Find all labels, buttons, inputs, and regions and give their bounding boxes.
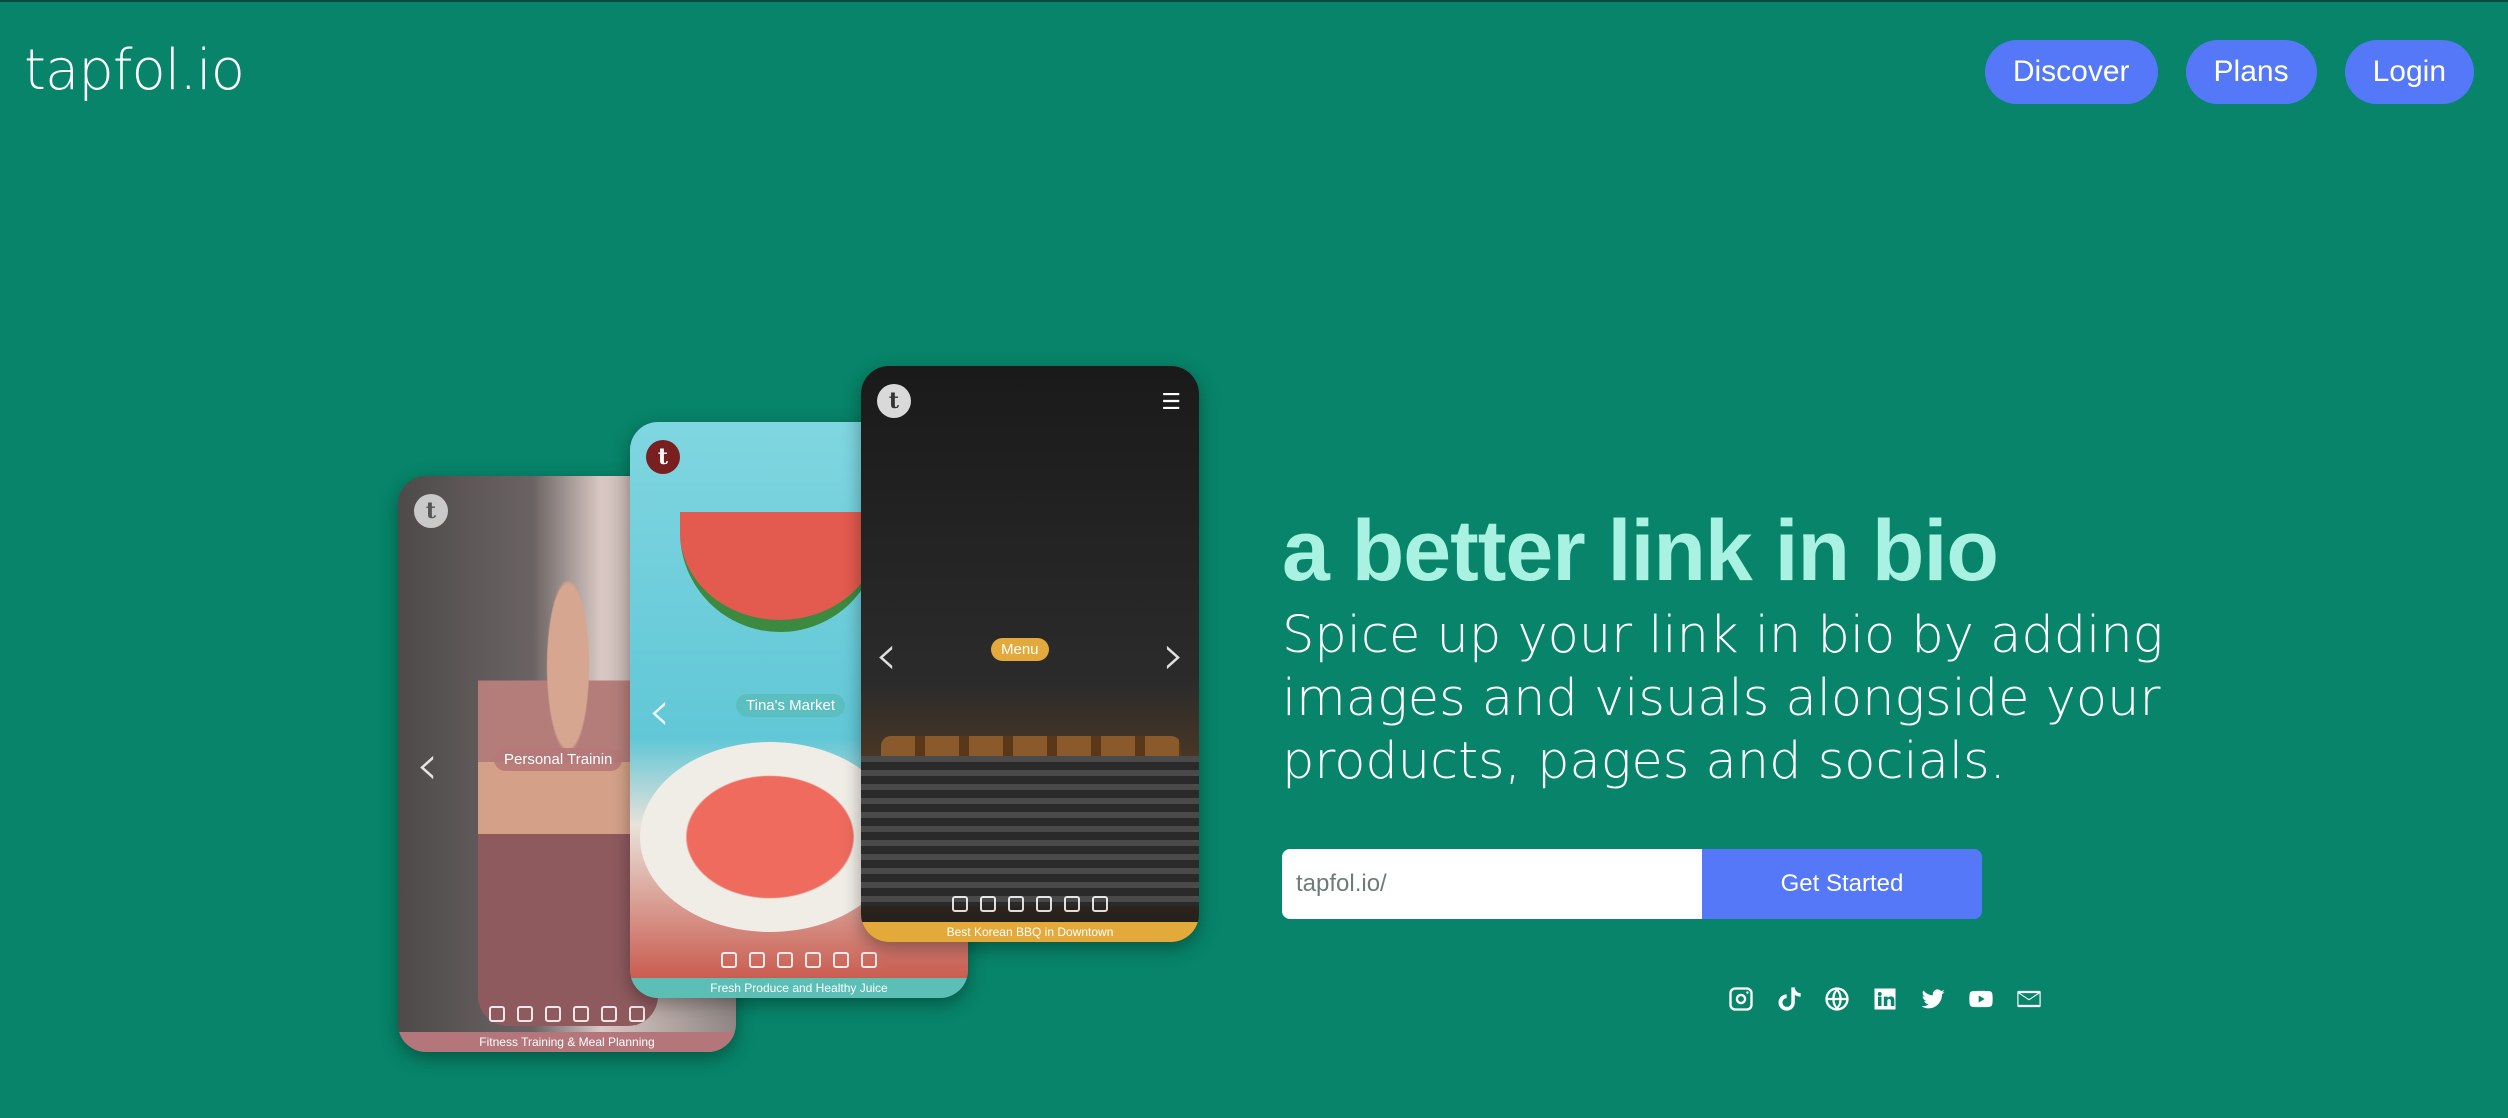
tiktok-icon[interactable] bbox=[1774, 984, 1804, 1014]
watermelon-photo bbox=[680, 512, 880, 632]
link-pill: Menu bbox=[991, 638, 1049, 661]
link-pill: Tina's Market bbox=[736, 694, 845, 717]
grill-photo bbox=[861, 756, 1199, 906]
username-input[interactable]: tapfol.io/ bbox=[1282, 849, 1702, 919]
login-button[interactable]: Login bbox=[2344, 40, 2474, 104]
link-pill: Personal Trainin bbox=[494, 748, 623, 771]
phone-footer: Best Korean BBQ in Downtown bbox=[861, 922, 1199, 942]
mini-social-icons bbox=[861, 896, 1199, 912]
logo[interactable]: tapfol.io bbox=[24, 38, 245, 103]
profile-badge: t bbox=[414, 494, 448, 528]
chevron-left-icon: ‹ bbox=[648, 679, 671, 744]
top-nav: Discover Plans Login bbox=[1984, 40, 2474, 104]
signup-form: tapfol.io/ Get Started bbox=[1282, 849, 1982, 919]
profile-badge: t bbox=[877, 384, 911, 418]
twitter-icon[interactable] bbox=[1918, 984, 1948, 1014]
globe-icon[interactable] bbox=[1822, 984, 1852, 1014]
hero-subtitle: Spice up your link in bio by adding imag… bbox=[1282, 606, 2164, 791]
mail-icon[interactable] bbox=[2014, 984, 2044, 1014]
profile-badge: t bbox=[646, 440, 680, 474]
phone-footer: Fresh Produce and Healthy Juice bbox=[630, 978, 968, 998]
phone-footer: Fitness Training & Meal Planning bbox=[398, 1032, 736, 1052]
social-links bbox=[1726, 984, 2044, 1014]
discover-button[interactable]: Discover bbox=[1984, 40, 2158, 104]
instagram-icon[interactable] bbox=[1726, 984, 1756, 1014]
chevron-right-icon: › bbox=[1162, 623, 1185, 688]
mini-social-icons bbox=[630, 952, 968, 968]
get-started-button[interactable]: Get Started bbox=[1702, 849, 1982, 919]
chevron-left-icon: ‹ bbox=[875, 623, 898, 688]
menu-icon: ☰ bbox=[1161, 390, 1181, 415]
chevron-left-icon: ‹ bbox=[416, 733, 439, 798]
plans-button[interactable]: Plans bbox=[2185, 40, 2317, 104]
youtube-icon[interactable] bbox=[1966, 984, 1996, 1014]
hero-title: a better link in bio bbox=[1282, 503, 1999, 599]
linkedin-icon[interactable] bbox=[1870, 984, 1900, 1014]
mini-social-icons bbox=[398, 1006, 736, 1022]
phone-mockup-bbq: t ☰ ‹ › Menu Best Korean BBQ in Downtown bbox=[861, 366, 1199, 942]
